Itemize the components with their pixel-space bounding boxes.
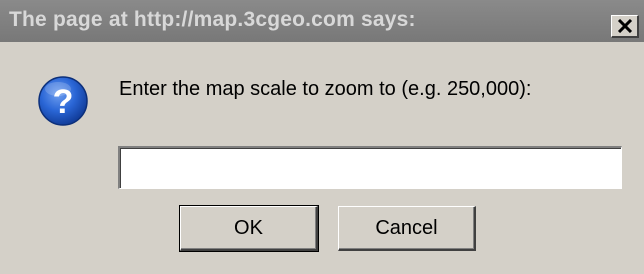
- cancel-button[interactable]: Cancel: [338, 206, 476, 251]
- close-button[interactable]: [611, 15, 639, 38]
- prompt-message: Enter the map scale to zoom to (e.g. 250…: [119, 78, 532, 100]
- question-icon: ?: [38, 76, 88, 126]
- svg-text:?: ?: [53, 83, 74, 121]
- cancel-button-label: Cancel: [375, 216, 438, 239]
- dialog-title: The page at http://map.3cgeo.com says:: [9, 8, 416, 31]
- ok-button-label: OK: [234, 216, 263, 239]
- ok-button[interactable]: OK: [179, 205, 319, 252]
- prompt-dialog: The page at http://map.3cgeo.com says: ?…: [0, 0, 644, 274]
- close-icon: [617, 19, 632, 33]
- scale-input[interactable]: [118, 146, 622, 189]
- dialog-titlebar[interactable]: The page at http://map.3cgeo.com says:: [0, 0, 644, 42]
